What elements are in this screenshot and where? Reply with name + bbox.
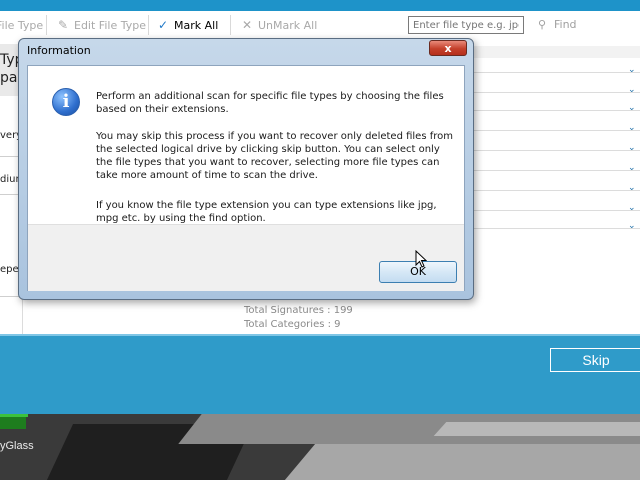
chevron-down-icon[interactable]: ⌄ xyxy=(628,163,636,173)
unmark-all-button[interactable]: ✕ UnMark All xyxy=(240,15,317,35)
chevron-down-icon[interactable]: ⌄ xyxy=(628,123,636,133)
dialog-title: Information xyxy=(27,44,91,57)
toolbar-separator xyxy=(230,15,231,35)
list-row-divider xyxy=(470,170,640,171)
skip-button[interactable]: Skip xyxy=(550,348,640,372)
footer-bar: Skip xyxy=(0,334,640,414)
info-icon: i xyxy=(52,88,80,116)
list-row-divider xyxy=(470,92,640,93)
taskbar-app-label[interactable]: yGlass xyxy=(0,440,34,452)
list-row-divider xyxy=(470,130,640,131)
toolbar-separator xyxy=(148,15,149,35)
chevron-down-icon[interactable]: ⌄ xyxy=(628,183,636,193)
dialog-message-paragraph: Perform an additional scan for specific … xyxy=(96,91,444,115)
list-row-divider xyxy=(470,72,640,73)
dialog-body: i Perform an additional scan for specifi… xyxy=(27,65,465,291)
edit-icon: ✎ xyxy=(57,18,69,32)
dialog-message-paragraph: If you know the file type extension you … xyxy=(96,200,437,224)
list-row-divider xyxy=(470,150,640,151)
edit-file-type-button[interactable]: ✎ Edit File Type xyxy=(56,15,146,35)
list-header xyxy=(470,46,640,58)
footer-highlight xyxy=(0,334,640,336)
toolbar-separator xyxy=(46,15,47,35)
total-categories: Total Categories : 9 xyxy=(244,319,341,330)
desktop-wallpaper-shape xyxy=(433,422,640,436)
taskbar: yGlass xyxy=(0,414,640,480)
file-type-button[interactable]: ▤File Type xyxy=(0,15,43,35)
taskbar-app-highlight[interactable] xyxy=(0,417,26,429)
unmark-icon: ✕ xyxy=(241,18,253,32)
information-dialog: Information x i Perform an additional sc… xyxy=(18,38,474,300)
chevron-down-icon[interactable]: ⌄ xyxy=(628,203,636,213)
close-button[interactable]: x xyxy=(429,40,467,56)
list-row-divider xyxy=(470,210,640,211)
chevron-down-icon[interactable]: ⌄ xyxy=(628,103,636,113)
mouse-cursor-icon xyxy=(415,250,427,268)
search-icon: ⚲ xyxy=(538,18,547,31)
toolbar-top-strip xyxy=(0,0,640,11)
list-row-divider xyxy=(470,228,640,229)
list-row-divider xyxy=(470,190,640,191)
file-type-search-input[interactable] xyxy=(408,16,524,34)
find-button[interactable]: ⚲ Find xyxy=(538,15,577,35)
chevron-down-icon[interactable]: ⌄ xyxy=(628,143,636,153)
total-signatures: Total Signatures : 199 xyxy=(244,305,353,316)
chevron-down-icon[interactable]: ⌄ xyxy=(628,65,636,75)
chevron-down-icon[interactable]: ⌄ xyxy=(628,221,636,231)
chevron-down-icon[interactable]: ⌄ xyxy=(628,85,636,95)
mark-all-button[interactable]: ✓ Mark All xyxy=(156,15,218,35)
check-icon: ✓ xyxy=(157,18,169,32)
close-icon: x xyxy=(444,42,452,55)
list-row-divider xyxy=(470,110,640,111)
dialog-message-paragraph: You may skip this process if you want to… xyxy=(96,131,453,181)
desktop-wallpaper-shape xyxy=(284,444,640,480)
